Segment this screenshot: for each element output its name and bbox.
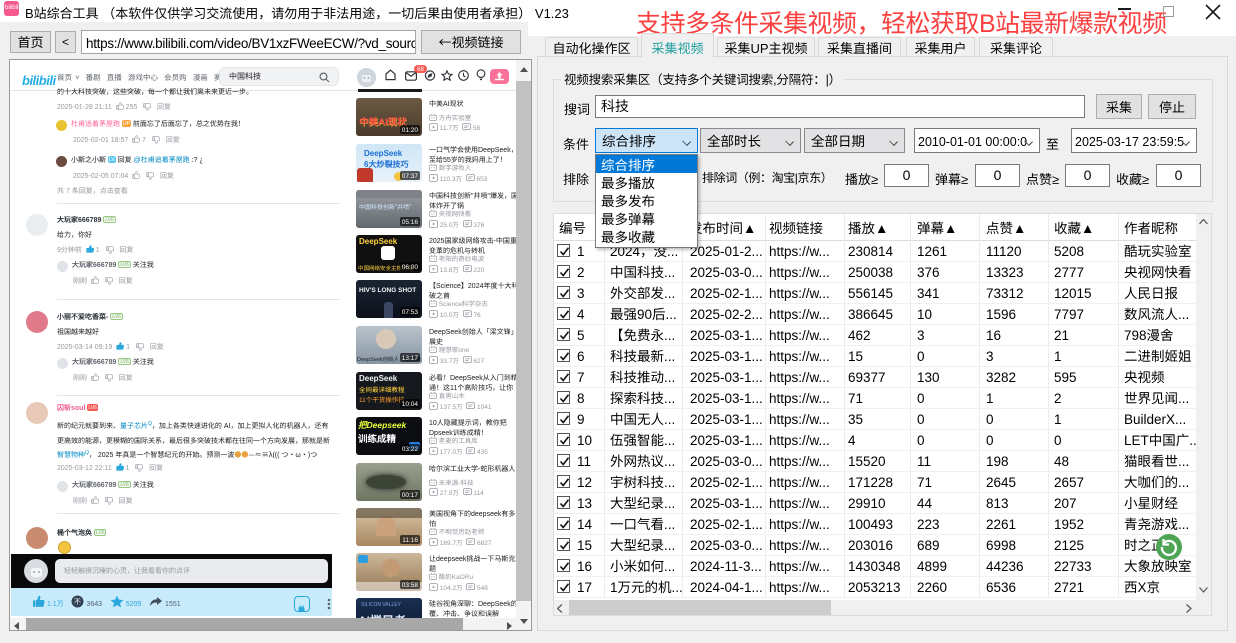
- svg-text:不: 不: [74, 597, 81, 607]
